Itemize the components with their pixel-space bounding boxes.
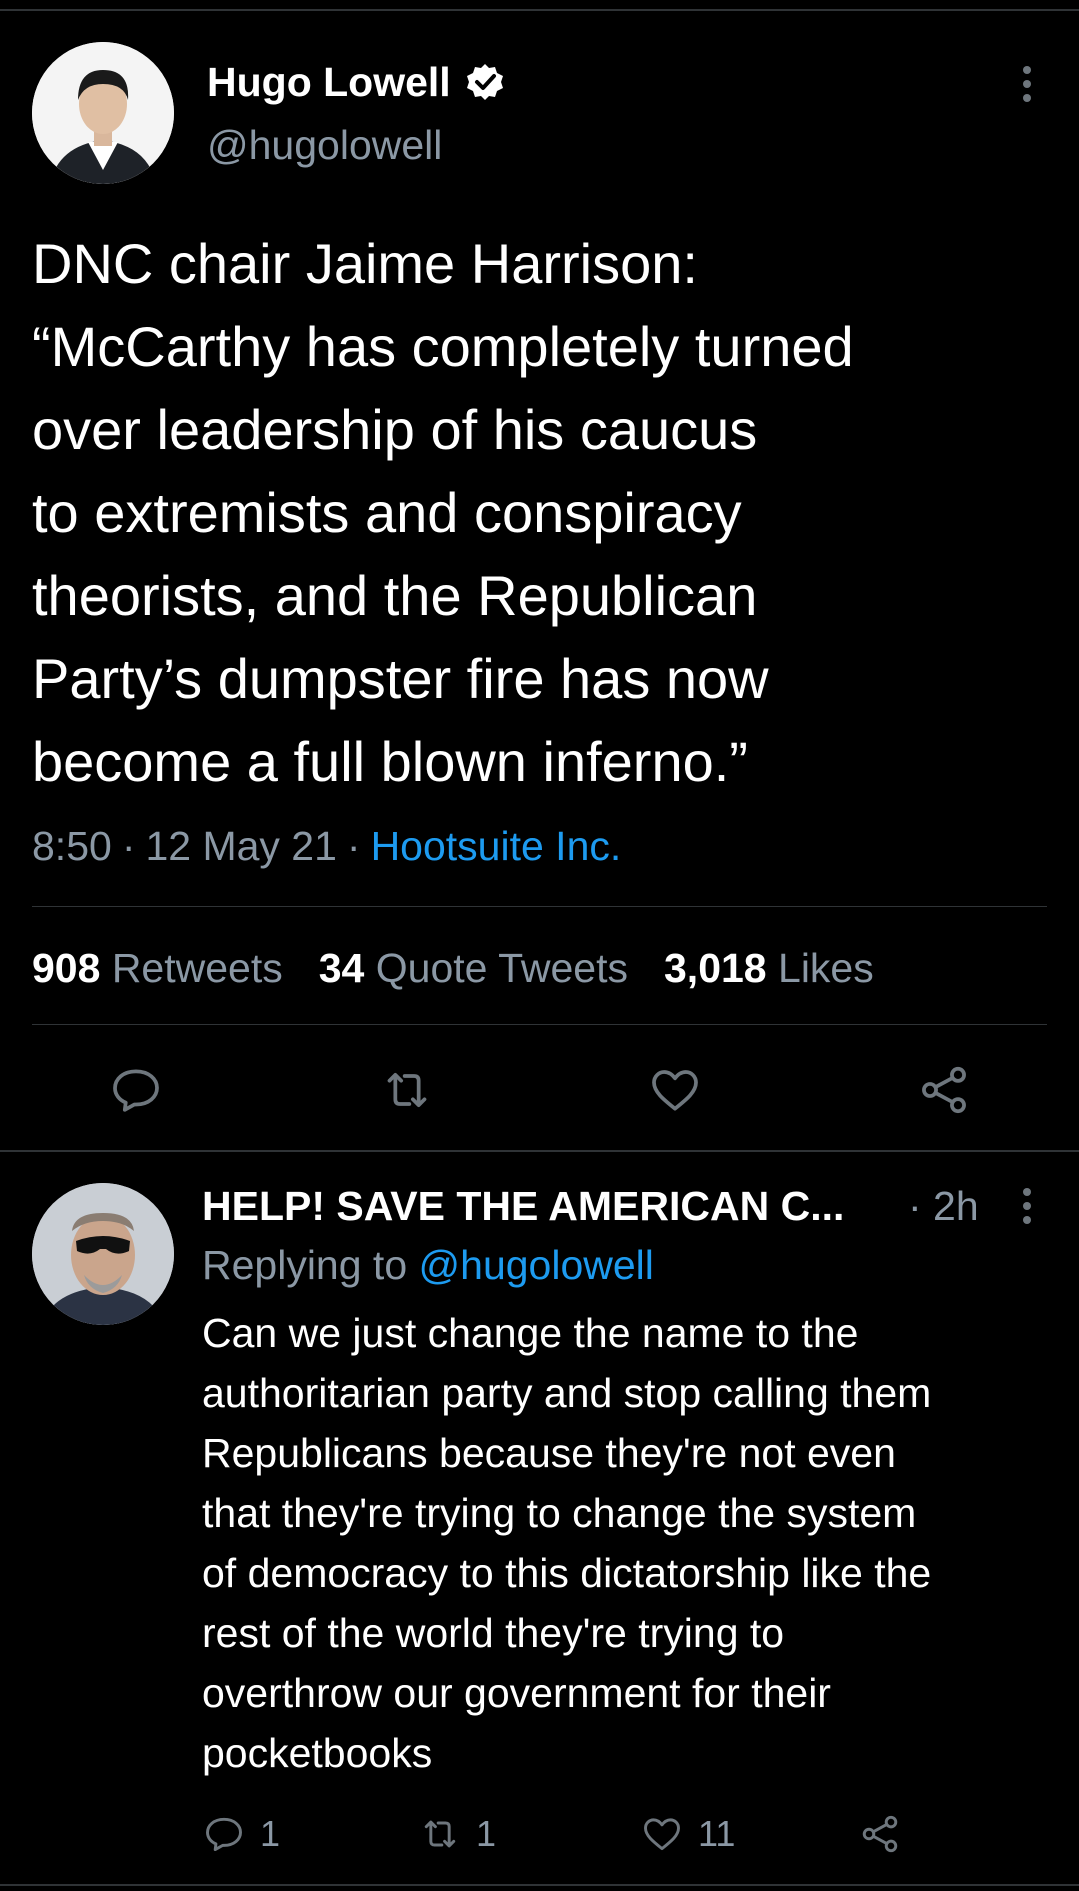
divider: [32, 906, 1047, 907]
top-divider: [0, 9, 1079, 11]
tweet-source-link[interactable]: Hootsuite Inc.: [371, 823, 622, 870]
more-options-icon[interactable]: [1010, 62, 1044, 106]
reply-like-button[interactable]: 11: [640, 1806, 735, 1862]
reply-text-line: rest of the world they're trying to: [202, 1610, 785, 1656]
reply-text-line: of democracy to this dictatorship like t…: [202, 1550, 932, 1596]
section-divider: [0, 1150, 1079, 1152]
reply-button[interactable]: [106, 1060, 166, 1120]
retweet-button[interactable]: [377, 1060, 437, 1120]
tweet-text-line: theorists, and the Republican: [32, 564, 758, 627]
author-avatar-image: [32, 42, 174, 184]
meta-separator: ·: [121, 822, 136, 869]
likes-count: 3,018: [664, 944, 767, 991]
author-name[interactable]: Hugo Lowell: [207, 52, 505, 112]
tweet-meta: 8:50 · 12 May 21 · Hootsuite Inc.: [32, 818, 621, 874]
tweet-date[interactable]: 12 May 21: [145, 823, 336, 870]
meta-separator: ·: [346, 822, 361, 869]
author-handle[interactable]: @hugolowell: [207, 122, 442, 169]
retweets-label: Retweets: [111, 944, 283, 991]
reply-text-line: pocketbooks: [202, 1730, 433, 1776]
verified-badge-icon: [465, 62, 505, 102]
reply-text: Can we just change the name to the autho…: [202, 1303, 1072, 1783]
tweet-text-line: “McCarthy has completely turned: [32, 315, 854, 378]
replying-prefix: Replying to: [202, 1242, 408, 1288]
retweets-stat[interactable]: 908 Retweets: [32, 945, 283, 992]
bottom-divider: [0, 1884, 1079, 1886]
reply-avatar[interactable]: [32, 1183, 174, 1325]
like-button[interactable]: [645, 1060, 705, 1120]
reply-share-button[interactable]: [858, 1806, 902, 1862]
quotes-label: Quote Tweets: [375, 944, 628, 991]
tweet-text-line: become a full blown inferno.”: [32, 730, 748, 793]
quote-tweets-stat[interactable]: 34 Quote Tweets: [319, 945, 628, 992]
reply-text-line: Republicans because they're not even: [202, 1430, 896, 1476]
like-icon: [644, 1818, 680, 1851]
tweet-time[interactable]: 8:50: [32, 823, 112, 870]
reply-text-line: authoritarian party and stop calling the…: [202, 1370, 932, 1416]
reply-timestamp[interactable]: · 2h: [908, 1178, 979, 1234]
like-count: 11: [698, 1813, 736, 1854]
quotes-count: 34: [318, 944, 365, 991]
reply-reply-button[interactable]: 1: [202, 1806, 280, 1862]
share-button[interactable]: [914, 1060, 974, 1120]
reply-text-line: that they're trying to change the system: [202, 1490, 917, 1536]
tweet-text-line: to extremists and conspiracy: [32, 481, 742, 544]
reply-icon: [206, 1817, 242, 1852]
author-name-text: Hugo Lowell: [207, 58, 451, 105]
reply-text-line: Can we just change the name to the: [202, 1310, 859, 1356]
tweet-text: DNC chair Jaime Harrison: “McCarthy has …: [32, 222, 1052, 803]
likes-label: Likes: [778, 944, 874, 991]
replying-to-handle[interactable]: @hugolowell: [419, 1242, 654, 1288]
reply-icon: [113, 1069, 159, 1112]
replying-to: Replying to @hugolowell: [202, 1237, 654, 1293]
retweet-icon: [424, 1820, 456, 1848]
tweet-text-line: DNC chair Jaime Harrison:: [32, 232, 698, 295]
likes-stat[interactable]: 3,018 Likes: [664, 945, 874, 992]
reply-author-name[interactable]: HELP! SAVE THE AMERICAN C...: [202, 1178, 902, 1234]
reply-more-options-icon[interactable]: [1010, 1184, 1044, 1228]
like-icon: [652, 1070, 698, 1111]
retweet-count: 1: [476, 1813, 497, 1854]
tweet-text-line: over leadership of his caucus: [32, 398, 758, 461]
share-icon: [922, 1066, 966, 1114]
retweet-icon: [387, 1072, 427, 1108]
reply-text-line: overthrow our government for their: [202, 1670, 831, 1716]
retweets-count: 908: [32, 944, 101, 991]
tweet-text-line: Party’s dumpster fire has now: [32, 647, 769, 710]
author-avatar[interactable]: [32, 42, 174, 184]
reply-count: 1: [260, 1813, 281, 1854]
share-icon: [862, 1815, 898, 1853]
divider: [32, 1024, 1047, 1025]
reply-retweet-button[interactable]: 1: [418, 1806, 496, 1862]
tweet-stats: 908 Retweets 34 Quote Tweets 3,018 Likes: [32, 940, 874, 996]
reply-avatar-image: [32, 1183, 174, 1325]
